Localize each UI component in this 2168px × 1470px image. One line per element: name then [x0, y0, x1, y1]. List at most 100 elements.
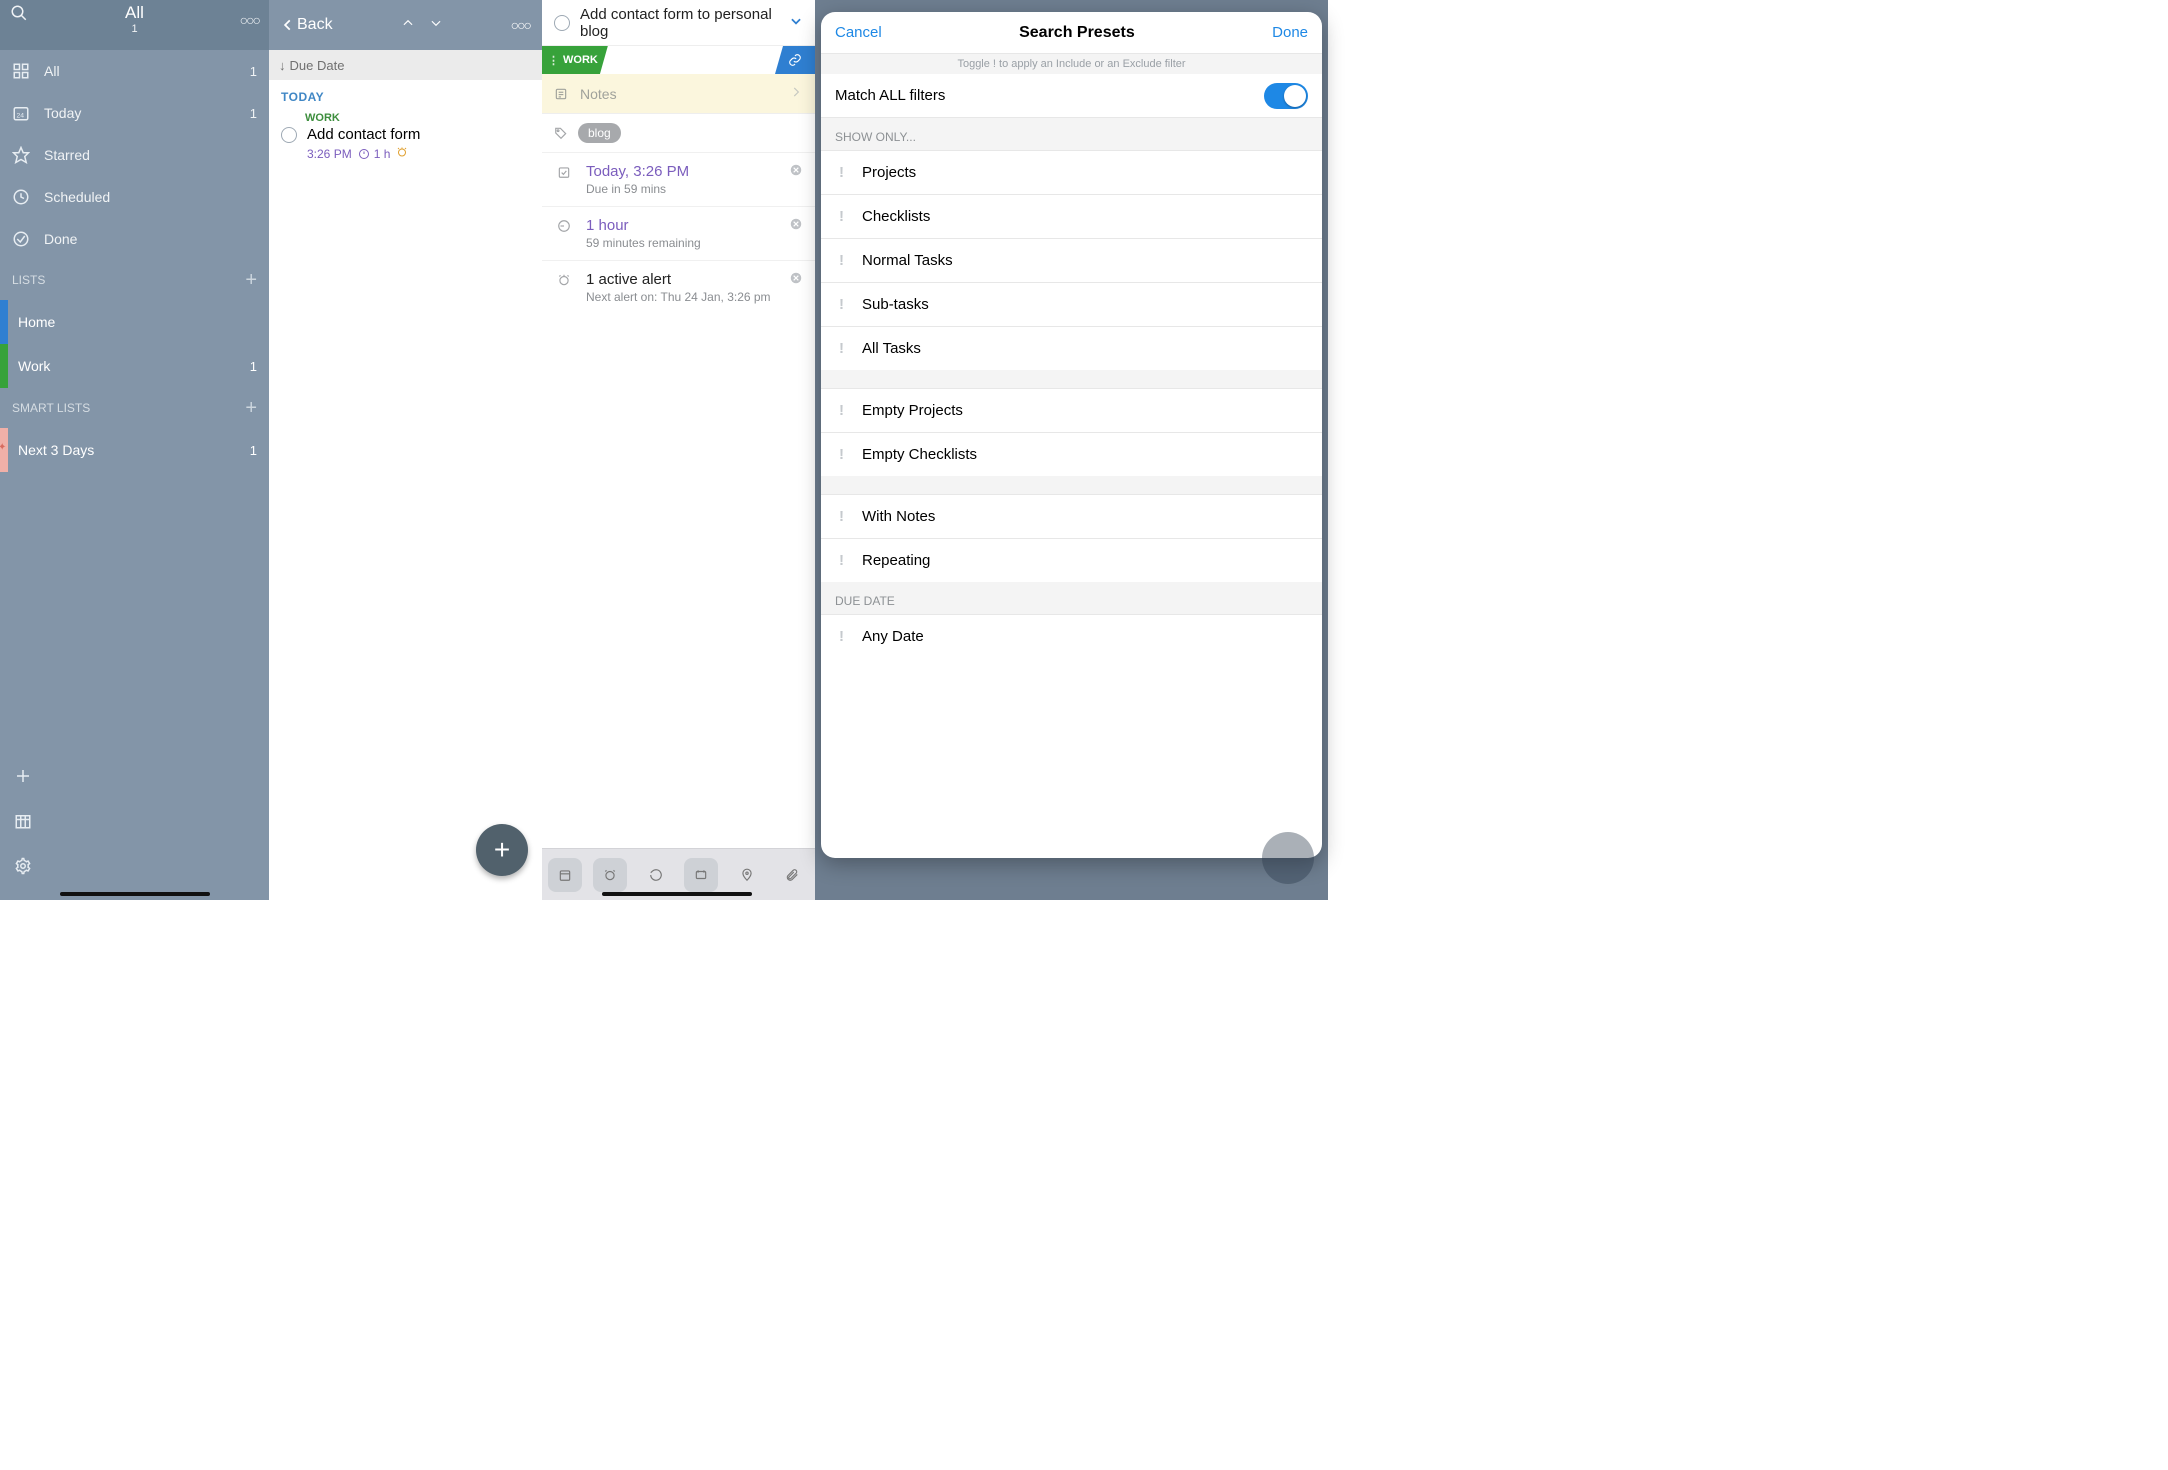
label: Scheduled — [44, 189, 110, 205]
add-smartlist-icon[interactable]: + — [245, 397, 257, 420]
count: 1 — [250, 106, 257, 121]
smartlist-count: 1 — [250, 443, 257, 458]
preset-option[interactable]: ! Normal Tasks — [821, 238, 1322, 282]
cancel-button[interactable]: Cancel — [835, 24, 882, 41]
add-icon[interactable] — [14, 767, 255, 790]
alert-row[interactable]: 1 active alert Next alert on: Thu 24 Jan… — [542, 260, 815, 314]
duration-row[interactable]: 1 hour 59 minutes remaining — [542, 206, 815, 260]
smart-starred[interactable]: Starred — [0, 134, 269, 176]
preset-label: All Tasks — [862, 340, 921, 357]
label: Today — [44, 105, 81, 121]
preset-label: Normal Tasks — [862, 252, 953, 269]
alert-icon — [396, 146, 408, 161]
smart-done[interactable]: Done — [0, 218, 269, 260]
preset-option[interactable]: ! All Tasks — [821, 326, 1322, 370]
list-label: Home — [18, 314, 55, 330]
more-icon[interactable]: ○○○ — [240, 12, 259, 28]
list-count: 1 — [250, 359, 257, 374]
exclude-toggle-icon[interactable]: ! — [839, 252, 844, 269]
alarm-icon — [554, 271, 574, 287]
tb-action-icon[interactable] — [684, 858, 718, 892]
match-all-row[interactable]: Match ALL filters — [821, 74, 1322, 118]
task-checkbox[interactable] — [281, 127, 297, 143]
sidebar-footer — [0, 749, 269, 900]
preset-option[interactable]: ! Empty Checklists — [821, 432, 1322, 476]
preset-label: Projects — [862, 164, 916, 181]
exclude-toggle-icon[interactable]: ! — [839, 446, 844, 463]
back-button[interactable]: Back — [281, 16, 333, 34]
exclude-toggle-icon[interactable]: ! — [839, 508, 844, 525]
preset-label: Repeating — [862, 552, 930, 569]
smartlists-header-label: SMART LISTS — [12, 401, 90, 415]
chevron-right-icon — [789, 85, 803, 102]
preset-option[interactable]: ! Repeating — [821, 538, 1322, 582]
tb-location-icon[interactable] — [730, 858, 764, 892]
due-secondary: Due in 59 mins — [586, 182, 777, 196]
tb-alarm-icon[interactable] — [593, 858, 627, 892]
smart-scheduled[interactable]: Scheduled — [0, 176, 269, 218]
clear-icon[interactable] — [789, 271, 803, 290]
count: 1 — [250, 64, 257, 79]
task-list-tag: WORK — [305, 112, 532, 124]
smartlist-row[interactable]: Next 3 Days 1 — [0, 428, 269, 472]
tb-attach-icon[interactable] — [775, 858, 809, 892]
preset-option[interactable]: ! Sub-tasks — [821, 282, 1322, 326]
preset-option[interactable]: ! With Notes — [821, 494, 1322, 538]
list-color — [0, 344, 8, 388]
nav-down-icon[interactable] — [429, 16, 443, 35]
exclude-toggle-icon[interactable]: ! — [839, 552, 844, 569]
notes-row[interactable]: Notes — [542, 74, 815, 114]
link-badge[interactable] — [775, 46, 815, 74]
list-badge[interactable]: WORK — [542, 46, 608, 74]
exclude-toggle-icon[interactable]: ! — [839, 164, 844, 181]
preset-option[interactable]: ! Checklists — [821, 194, 1322, 238]
detail-title-row[interactable]: Add contact form to personal blog — [542, 0, 815, 46]
preset-label: With Notes — [862, 508, 935, 525]
sort-down-icon: ↓ — [279, 58, 286, 73]
task-row[interactable]: WORK Add contact form 3:26 PM 1 h — [269, 108, 542, 171]
exclude-toggle-icon[interactable]: ! — [839, 628, 844, 645]
detail-checkbox[interactable] — [554, 15, 570, 31]
preset-option[interactable]: ! Projects — [821, 150, 1322, 194]
list-row[interactable]: Work 1 — [0, 344, 269, 388]
gear-icon[interactable] — [14, 857, 255, 880]
exclude-toggle-icon[interactable]: ! — [839, 296, 844, 313]
add-task-fab[interactable]: + — [476, 824, 528, 876]
sort-label: Due Date — [290, 58, 345, 73]
list-row[interactable]: Home — [0, 300, 269, 344]
label: Done — [44, 231, 77, 247]
exclude-toggle-icon[interactable]: ! — [839, 340, 844, 357]
calendar-icon[interactable] — [14, 812, 255, 835]
due-row[interactable]: Today, 3:26 PM Due in 59 mins — [542, 152, 815, 206]
add-list-icon[interactable]: + — [245, 269, 257, 292]
done-button[interactable]: Done — [1272, 24, 1308, 41]
more-icon[interactable]: ○○○ — [511, 17, 530, 33]
task-time: 3:26 PM — [307, 147, 352, 161]
nav-up-icon[interactable] — [401, 16, 415, 35]
search-presets-panel: Cancel Search Presets Done Toggle ! to a… — [815, 0, 1328, 900]
match-all-toggle[interactable] — [1264, 83, 1308, 109]
smart-all[interactable]: All 1 — [0, 50, 269, 92]
clear-icon[interactable] — [789, 217, 803, 236]
exclude-toggle-icon[interactable]: ! — [839, 402, 844, 419]
tb-repeat-icon[interactable] — [639, 858, 673, 892]
tag-pill[interactable]: blog — [578, 123, 621, 143]
sidebar-title: All — [125, 3, 144, 23]
tb-today-icon[interactable] — [548, 858, 582, 892]
search-icon[interactable] — [10, 4, 28, 27]
home-indicator — [602, 892, 752, 896]
exclude-toggle-icon[interactable]: ! — [839, 208, 844, 225]
task-duration: 1 h — [358, 147, 391, 161]
section-header: TODAY — [269, 80, 542, 108]
preset-option[interactable]: ! Any Date — [821, 614, 1322, 658]
duration-primary: 1 hour — [586, 217, 777, 234]
preset-option[interactable]: ! Empty Projects — [821, 388, 1322, 432]
sort-bar[interactable]: ↓ Due Date — [269, 50, 542, 80]
tags-row[interactable]: blog — [542, 114, 815, 152]
clear-icon[interactable] — [789, 163, 803, 182]
sidebar: All 1 ○○○ All 1 24 Today 1 Starred Sched… — [0, 0, 269, 900]
lists-header-label: LISTS — [12, 273, 45, 287]
list-label: Work — [18, 358, 50, 374]
chevron-down-icon[interactable] — [789, 14, 803, 32]
smart-today[interactable]: 24 Today 1 — [0, 92, 269, 134]
